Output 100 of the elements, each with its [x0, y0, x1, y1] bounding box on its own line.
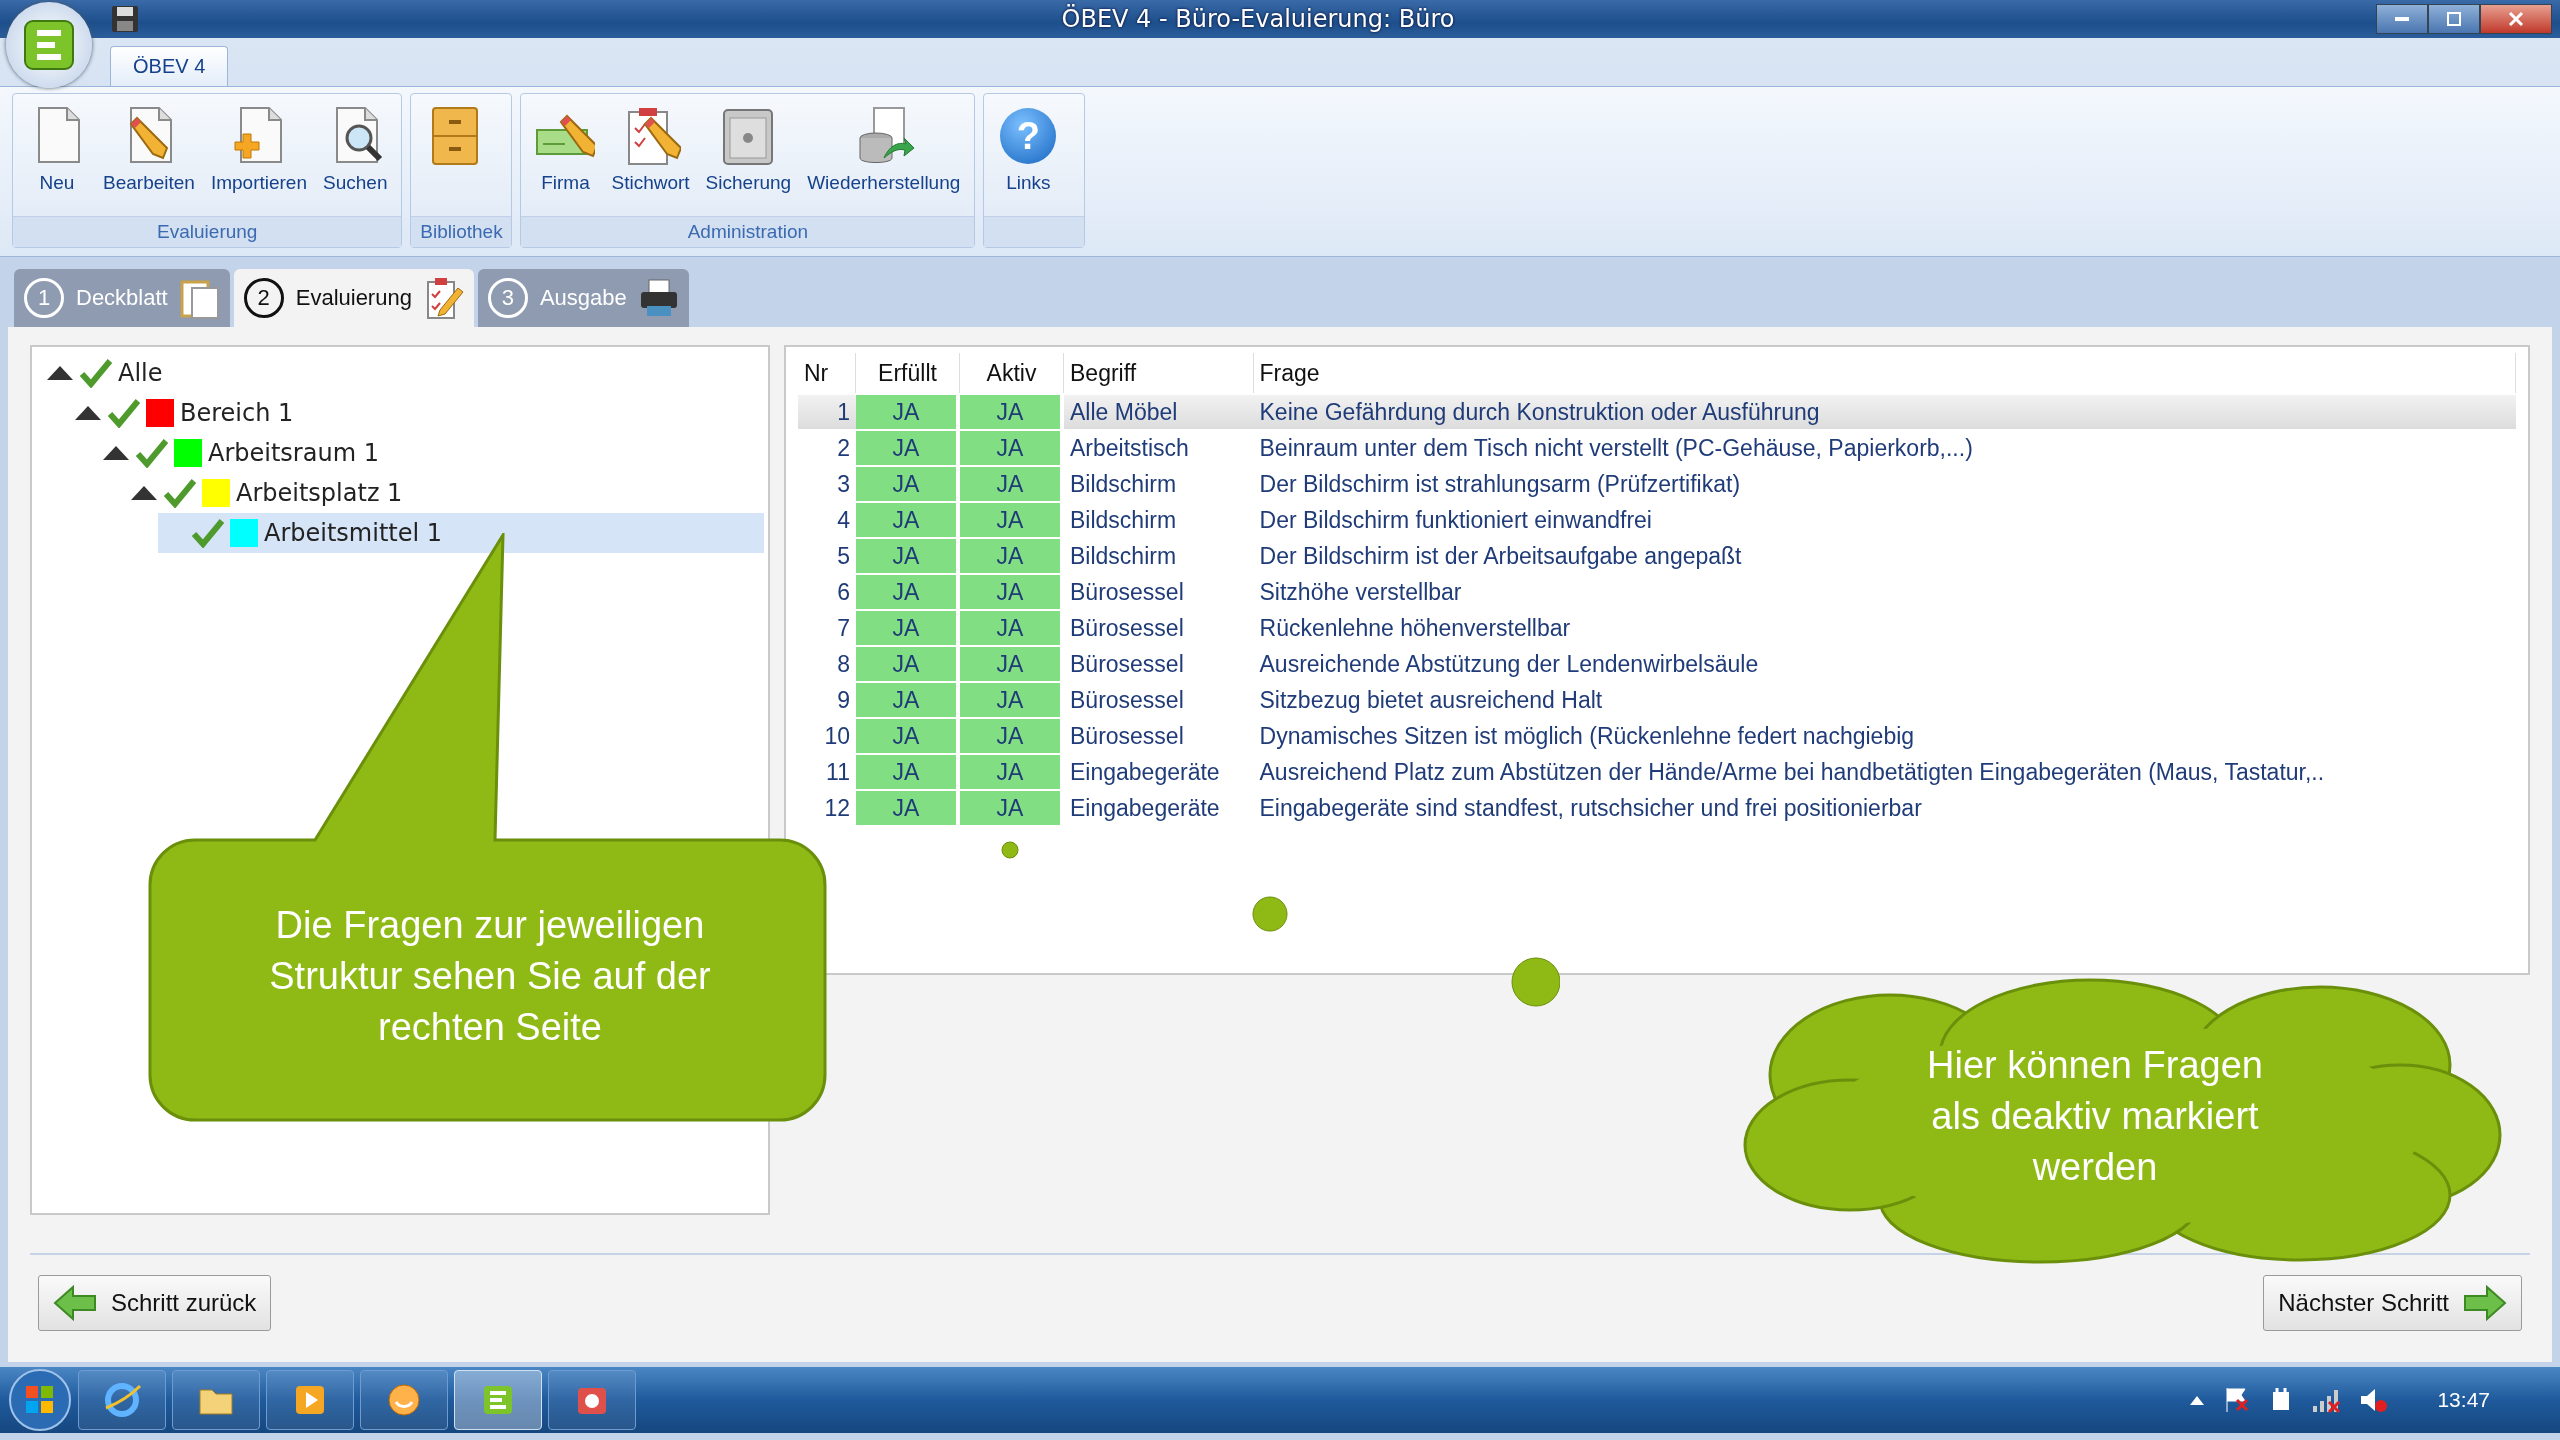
help-icon: ? — [1000, 108, 1057, 164]
callout-text: Hier können Fragen als deaktiv markiert werden — [1926, 1043, 2264, 1190]
table-row[interactable]: 10 JA JA Bürosessel Dynamisches Sitzen ist möglich (Rückenlehne federt nachgiebig — [798, 719, 2516, 753]
table-cell-text: Eingabegeräte sind standfest, rutschsicher und frei positionierbar — [1258, 793, 1923, 823]
row-number: 7 — [836, 613, 851, 643]
table-row[interactable]: 6 JA JA Bürosessel Sitzhöhe verstellbar — [798, 575, 2516, 609]
ribbon-button[interactable]: Firma — [529, 100, 602, 198]
clock: 13:47 — [2437, 1388, 2490, 1412]
table-row[interactable]: 5 JA JA Bildschirm Der Bildschirm ist der Arbeitsaufgabe angepaßt — [798, 539, 2516, 573]
ribbon-button[interactable]: Bearbeiten — [97, 100, 201, 198]
ribbon-button[interactable]: Wiederherstellung — [801, 100, 967, 198]
ribbon-tab[interactable]: ÖBEV 4 — [110, 46, 229, 86]
table-cell-text: Ausreichend Platz zum Abstützen der Hände/Arme bei handbetätigten Eingabegeräten (Maus, Tastatur,.. — [1258, 757, 2326, 787]
collapse-triangle-icon[interactable] — [130, 485, 158, 501]
taskbar-button[interactable] — [78, 1370, 166, 1430]
table-cell: Alle Möbel — [1064, 395, 1254, 429]
row-number: 5 — [836, 541, 851, 571]
table-cell-text: Bürosessel — [1069, 577, 1185, 607]
taskbar-button[interactable] — [548, 1370, 636, 1430]
column-header[interactable]: Frage — [1253, 353, 2516, 393]
minimize-icon — [2395, 17, 2409, 21]
collapse-triangle-icon[interactable] — [74, 405, 102, 421]
table-cell-text: Eingabegeräte — [1069, 757, 1221, 787]
group-label: Administration — [521, 216, 975, 247]
row-number: 3 — [836, 469, 851, 499]
tree-label: Bereich 1 — [180, 399, 294, 427]
row-number: 10 — [823, 721, 851, 751]
row-number: 12 — [823, 793, 851, 823]
table-row[interactable]: 7 JA JA Bürosessel Rückenlehne höhenverstellbar — [798, 611, 2516, 645]
row-number: 9 — [836, 685, 851, 715]
collapse-triangle-icon[interactable] — [102, 445, 130, 461]
table-cell-text: Eingabegeräte — [1069, 793, 1221, 823]
arrow-right-icon — [2463, 1285, 2507, 1321]
table-row[interactable]: 2 JA JA Arbeitstisch Beinraum unter dem Tisch nicht verstellt (PC-Gehäuse, Papierkorb,...) — [798, 431, 2516, 465]
table-row[interactable]: 11 JA JA Eingabegeräte Ausreichend Platz zum Abstützen der Hände/Arme bei handbetätigten Eingabegeräten (Maus, Tastatur,.. — [798, 755, 2516, 789]
table-cell-text: Ausreichende Abstützung der Lendenwirbelsäule — [1258, 649, 1760, 679]
column-header[interactable]: Nr — [798, 353, 856, 393]
table-cell-text: Bildschirm — [1069, 541, 1178, 571]
table-row[interactable]: 8 JA JA Bürosessel Ausreichende Abstützung der Lendenwirbelsäule — [798, 647, 2516, 681]
table-cell-text: Bildschirm — [1069, 469, 1178, 499]
column-header[interactable]: Aktiv — [960, 353, 1064, 393]
table-row[interactable]: 1 JA JA Alle Möbel Keine Gefährdung durch Konstruktion oder Ausführung — [798, 395, 2516, 429]
row-number: 8 — [836, 649, 851, 679]
minimize-button[interactable] — [2376, 4, 2428, 34]
start-button-icon[interactable] — [8, 1368, 72, 1432]
column-header[interactable]: Erfüllt — [856, 353, 960, 393]
row-number: 1 — [798, 395, 856, 429]
tree-item[interactable]: Arbeitsraum 1 — [102, 433, 764, 473]
close-icon — [2508, 11, 2524, 27]
table-cell: Keine Gefährdung durch Konstruktion oder Ausführung — [1253, 395, 2516, 429]
tree-item[interactable]: Alle — [46, 353, 764, 393]
row-number: 6 — [836, 577, 851, 607]
table-row[interactable]: 3 JA JA Bildschirm Der Bildschirm ist strahlungsarm (Prüfzertifikat) — [798, 467, 2516, 501]
back-button[interactable]: Schritt zurück — [38, 1275, 272, 1331]
table-row[interactable]: 12 JA JA Eingabegeräte Eingabegeräte sind standfest, rutschsicher und frei positionierbar — [798, 791, 2516, 825]
table-cell-text: Beinraum unter dem Tisch nicht verstellt (PC-Gehäuse, Papierkorb,...) — [1258, 433, 1974, 463]
taskbar-button[interactable] — [172, 1370, 260, 1430]
close-button[interactable] — [2480, 4, 2552, 34]
column-header[interactable]: Begriff — [1064, 353, 1254, 393]
tree-item[interactable]: Bereich 1 — [74, 393, 764, 433]
arrow-left-icon — [53, 1285, 97, 1321]
ribbon-button[interactable]: Neu — [21, 100, 93, 198]
maximize-button[interactable] — [2428, 4, 2480, 34]
tree-item[interactable]: Arbeitsplatz 1 — [130, 473, 764, 513]
group-label: Evaluierung — [13, 216, 402, 247]
window-title: ÖBEV 4 - Büro-Evaluierung: Büro — [1060, 5, 1456, 33]
table-cell-text: Sitzbezug bietet ausreichend Halt — [1258, 685, 1604, 715]
taskbar-button[interactable] — [360, 1370, 448, 1430]
app-menu-button[interactable] — [6, 2, 92, 88]
caret-up-icon — [2189, 1394, 2206, 1406]
maximize-icon — [2446, 11, 2462, 27]
table-cell-text: Dynamisches Sitzen ist möglich (Rückenlehne federt nachgiebig — [1258, 721, 1916, 751]
table-cell-text: Rückenlehne höhenverstellbar — [1258, 613, 1572, 643]
table-cell-text: Sitzhöhe verstellbar — [1258, 577, 1463, 607]
next-button[interactable]: Nächster Schritt — [2263, 1275, 2522, 1331]
tree-label: Alle — [118, 359, 163, 387]
step-tab[interactable]: 2 Evaluierung — [233, 269, 474, 327]
ribbon-button[interactable]: Sicherung — [699, 100, 798, 198]
row-number: 4 — [836, 505, 851, 535]
ribbon-button[interactable]: Importieren — [204, 100, 313, 198]
table-cell-text: Der Bildschirm funktioniert einwandfrei — [1258, 505, 1653, 535]
taskbar-button[interactable] — [266, 1370, 354, 1430]
app-logo-icon — [23, 19, 75, 71]
tree-item[interactable]: Arbeitsmittel 1 — [158, 513, 764, 553]
table-cell-text: Bürosessel — [1069, 721, 1185, 751]
tree-label: Arbeitsplatz 1 — [236, 479, 403, 507]
collapse-triangle-icon[interactable] — [46, 365, 74, 381]
ribbon-button[interactable]: Suchen — [317, 100, 394, 198]
table-row[interactable]: 9 JA JA Bürosessel Sitzbezug bietet ausreichend Halt — [798, 683, 2516, 717]
table-cell-text: Arbeitstisch — [1069, 433, 1190, 463]
tree-label: Arbeitsraum 1 — [208, 439, 379, 467]
speaker-icon — [2359, 1386, 2390, 1414]
row-number: 2 — [836, 433, 851, 463]
callout-text: Die Fragen zur jeweiligen Struktur sehen Sie auf der rechten Seite — [268, 903, 712, 1050]
ribbon-button[interactable]: Stichwort — [605, 100, 696, 198]
ribbon-button[interactable]: ? Links — [992, 100, 1065, 198]
table-cell-text: Bürosessel — [1069, 649, 1185, 679]
table-row[interactable]: 4 JA JA Bildschirm Der Bildschirm funktioniert einwandfrei — [798, 503, 2516, 537]
group-label: Bibliothek — [411, 216, 512, 247]
tree-label: Arbeitsmittel 1 — [264, 519, 443, 547]
